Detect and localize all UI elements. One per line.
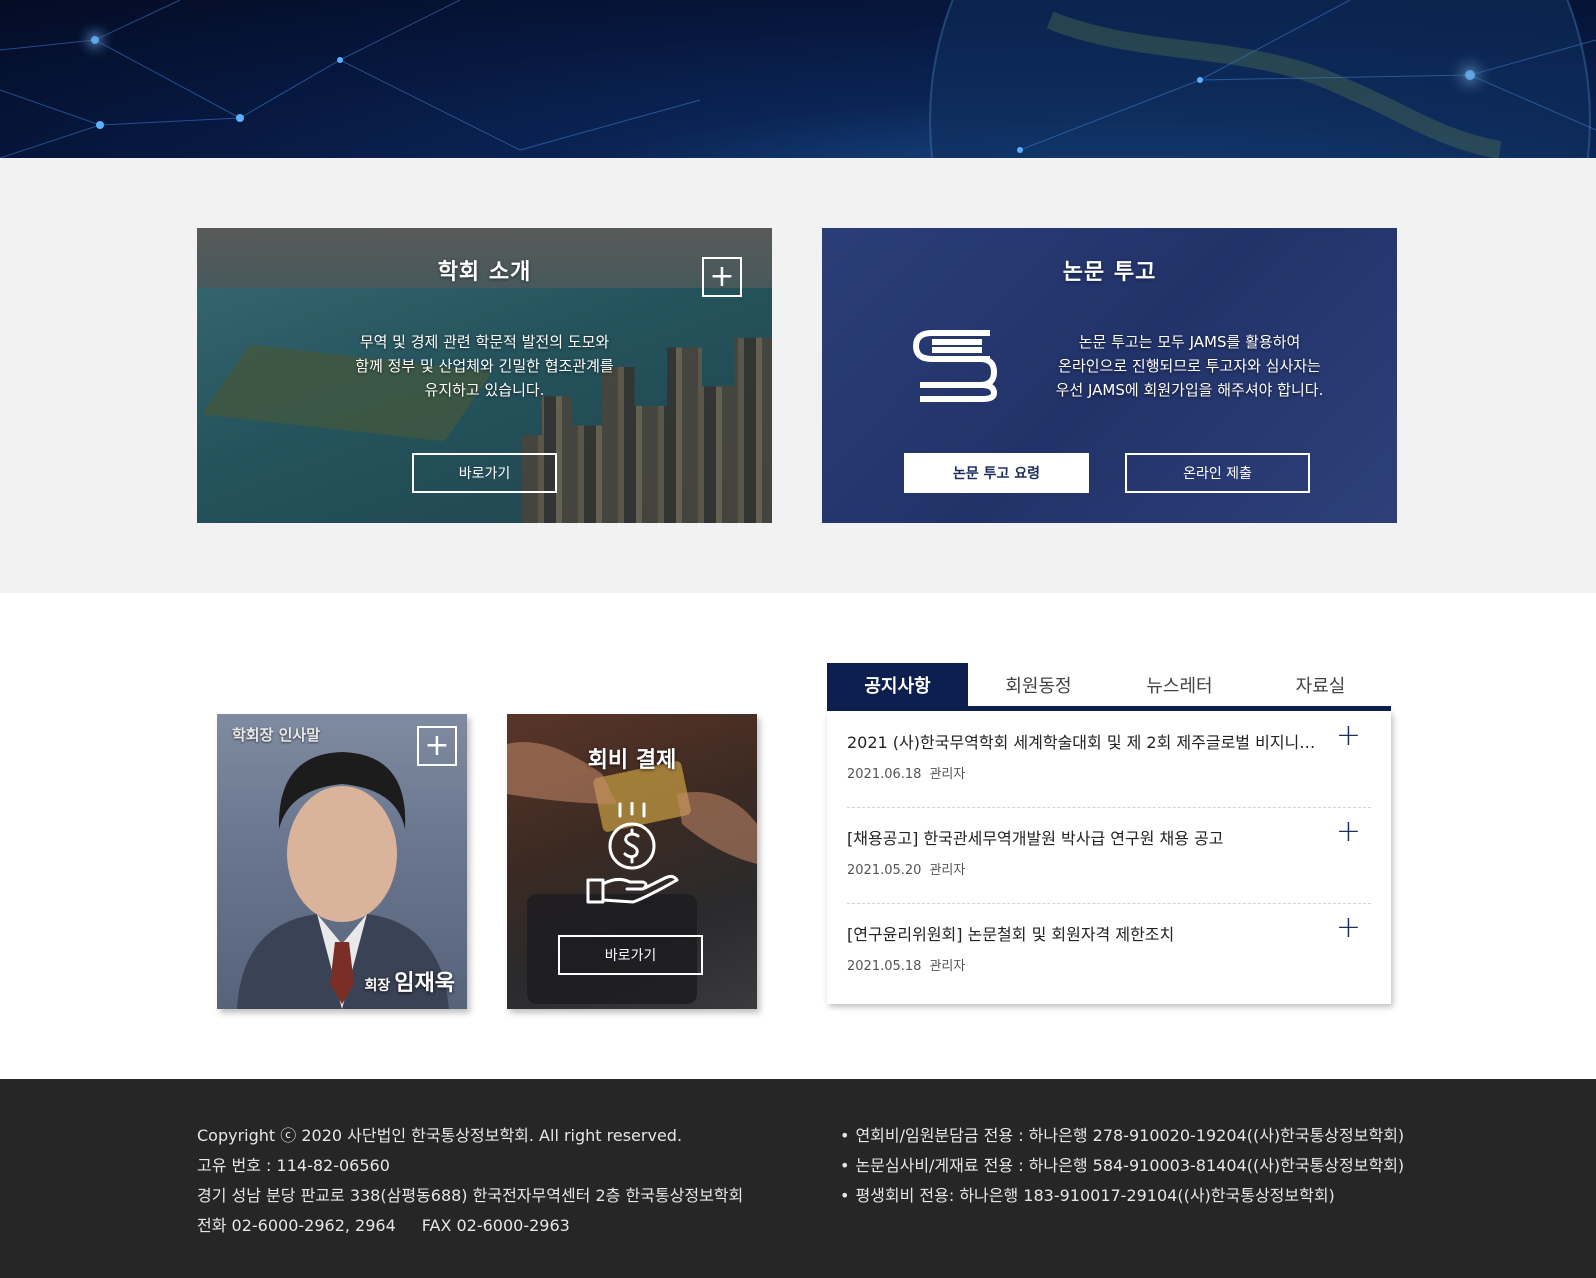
president-greeting-label: 학회장 인사말	[232, 726, 321, 744]
plus-icon[interactable]: +	[1336, 721, 1361, 751]
notice-author: 관리자	[929, 863, 966, 878]
network-globe-graphic	[0, 0, 1596, 158]
notice-date: 2021.05.20	[847, 863, 922, 878]
address: 경기 성남 분당 판교로 338(삼평동688) 한국전자무역센터 2층 한국통…	[197, 1186, 744, 1205]
hand-coin-icon	[586, 802, 679, 904]
board-tabs: 공지사항 회원동정 뉴스레터 자료실	[827, 663, 1391, 711]
notice-title[interactable]: [채용공고] 한국관세무역개발원 박사급 연구원 채용 공고	[847, 825, 1327, 849]
membership-fee-tile[interactable]: 회비 결제 바로가기	[507, 714, 757, 1009]
list-item: [채용공고] 한국관세무역개발원 박사급 연구원 채용 공고 2021.05.2…	[847, 807, 1371, 902]
intro-card: 학회 소개 + 무역 및 경제 관련 학문적 발전의 도모와 함께 정부 및 산…	[197, 228, 772, 523]
president-greeting-tile[interactable]: 학회장 인사말 + 회장 임재욱	[217, 714, 467, 1009]
account-annual-fee: 연회비/임원분담금 전용 : 하나은행 278-910020-19204((사)…	[840, 1121, 1404, 1151]
tab-member-news[interactable]: 회원동정	[968, 663, 1109, 706]
notice-author: 관리자	[929, 767, 966, 782]
president-role: 회장	[364, 978, 391, 994]
tab-newsletter[interactable]: 뉴스레터	[1109, 663, 1250, 706]
footer-info: Copyright ⓒ 2020 사단법인 한국통상정보학회. All righ…	[197, 1121, 743, 1241]
copyright: Copyright ⓒ 2020 사단법인 한국통상정보학회. All righ…	[197, 1126, 683, 1145]
president-signature: 회장 임재욱	[365, 965, 456, 997]
paper-description: 논문 투고는 모두 JAMS를 활용하여 온라인으로 진행되므로 투고자와 심사…	[1055, 333, 1324, 399]
plus-icon[interactable]: +	[1336, 817, 1361, 847]
plus-icon[interactable]: +	[1336, 913, 1361, 943]
tab-notice[interactable]: 공지사항	[827, 663, 968, 706]
notice-date: 2021.06.18	[847, 767, 922, 782]
intro-title: 학회 소개	[437, 260, 532, 285]
account-review-fee: 논문심사비/게재료 전용 : 하나은행 584-910003-81404((사)…	[840, 1151, 1404, 1181]
paper-title: 논문 투고	[1062, 260, 1157, 285]
hero-banner	[0, 0, 1596, 158]
intro-go-button[interactable]: 바로가기	[412, 453, 557, 493]
president-name: 임재욱	[394, 971, 455, 996]
fee-title: 회비 결제	[587, 748, 677, 773]
notice-title[interactable]: 2021 (사)한국무역학회 세계학술대회 및 제 2회 제주글로벌 비지니스 …	[847, 729, 1327, 753]
registration-number: 고유 번호 : 114-82-06560	[197, 1156, 390, 1175]
president-more-button[interactable]: +	[417, 726, 457, 766]
notice-date: 2021.05.18	[847, 959, 922, 974]
intro-more-button[interactable]: +	[702, 257, 742, 297]
paper-card: 논문 투고 논문 투고는 모두 JAMS를 활용하여 온라인으로 진행되므로 투…	[822, 228, 1397, 523]
tab-archive[interactable]: 자료실	[1250, 663, 1391, 706]
footer: Copyright ⓒ 2020 사단법인 한국통상정보학회. All righ…	[0, 1079, 1596, 1278]
intro-description: 무역 및 경제 관련 학문적 발전의 도모와 함께 정부 및 산업체와 긴밀한 …	[355, 333, 614, 399]
plus-icon: +	[424, 728, 450, 763]
plus-icon: +	[709, 259, 735, 294]
list-item: [연구윤리위원회] 논문철회 및 회원자격 제한조치 2021.05.18 관리자…	[847, 903, 1371, 998]
paper-guide-button[interactable]: 논문 투고 요령	[904, 453, 1089, 493]
notice-author: 관리자	[929, 959, 966, 974]
stacked-books-icon	[913, 330, 997, 402]
bank-accounts: 연회비/임원분담금 전용 : 하나은행 278-910020-19204((사)…	[840, 1121, 1404, 1211]
account-lifetime-fee: 평생회비 전용: 하나은행 183-910017-29104((사)한국통상정보…	[840, 1181, 1404, 1211]
fax: FAX 02-6000-2963	[421, 1216, 570, 1235]
notice-title[interactable]: [연구윤리위원회] 논문철회 및 회원자격 제한조치	[847, 921, 1327, 945]
list-item: 2021 (사)한국무역학회 세계학술대회 및 제 2회 제주글로벌 비지니스 …	[847, 711, 1371, 806]
online-submit-button[interactable]: 온라인 제출	[1125, 453, 1310, 493]
notice-list: 2021 (사)한국무역학회 세계학술대회 및 제 2회 제주글로벌 비지니스 …	[827, 711, 1391, 1004]
phone: 전화 02-6000-2962, 2964	[197, 1216, 396, 1235]
fee-go-button[interactable]: 바로가기	[558, 935, 703, 975]
